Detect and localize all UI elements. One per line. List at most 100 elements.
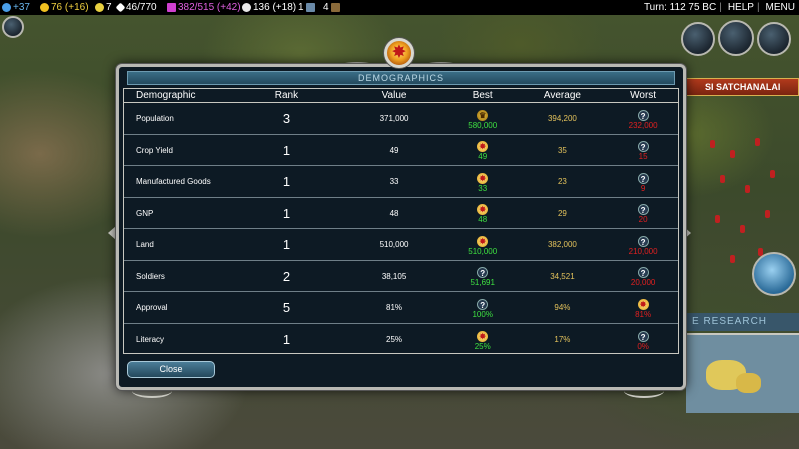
worst-value: 232,000 xyxy=(628,120,658,130)
table-row: GNP 1 48 ✸ 48 29? 20 xyxy=(124,198,678,229)
worst-value: 81% xyxy=(635,309,652,319)
demographics-table: Demographic Rank Value Best Average Wors… xyxy=(123,88,679,354)
research-flask-icon[interactable] xyxy=(752,252,796,296)
worst-civ-q-icon[interactable]: ? xyxy=(637,204,649,216)
value-cell: 33 xyxy=(389,177,399,186)
great-people-stat[interactable]: 1 xyxy=(298,0,315,15)
worst-value: 20 xyxy=(638,215,648,225)
best-value: 580,000 xyxy=(468,120,498,130)
best-civ-star-icon[interactable]: ✸ xyxy=(477,330,489,342)
worst-civ-q-icon[interactable]: ? xyxy=(637,172,649,184)
best-value: 100% xyxy=(472,309,493,319)
best-value: 25% xyxy=(474,341,491,351)
average-value: 23 xyxy=(557,177,567,186)
demographics-dialog: DEMOGRAPHICS Demographic Rank Value Best… xyxy=(116,64,686,390)
demographic-name: Soldiers xyxy=(136,271,165,281)
minimap[interactable] xyxy=(686,333,799,413)
demographic-name: Land xyxy=(136,240,154,249)
best-cell: ✸ 510,000 xyxy=(449,229,517,260)
average-value: 34,521 xyxy=(550,271,575,281)
demographic-name: GNP xyxy=(136,208,154,218)
worst-cell: ? 20,000 xyxy=(608,261,678,292)
rank-value: 1 xyxy=(282,174,291,189)
menu-button[interactable]: MENU xyxy=(766,2,795,13)
value-cell: 510,000 xyxy=(379,240,409,249)
column-header: Value xyxy=(381,90,407,101)
worst-cell: ✸ 81% xyxy=(608,292,678,323)
notification-button[interactable] xyxy=(681,22,715,56)
strategic-resource-icon xyxy=(330,3,340,12)
value-cell: 48 xyxy=(389,208,399,218)
rank-value: 3 xyxy=(282,111,291,126)
best-civ-q-icon[interactable]: ? xyxy=(477,298,489,310)
worst-civ-q-icon[interactable]: ? xyxy=(637,235,649,247)
column-header: Worst xyxy=(630,90,657,101)
column-header: Average xyxy=(543,90,581,101)
close-button[interactable]: Close xyxy=(127,361,215,378)
happiness-icon xyxy=(95,3,104,12)
culture-stat[interactable]: 382/515 (+42) xyxy=(167,0,241,15)
table-body: Population 3 371,000 ♛ 580,000 394,200? 232,00… xyxy=(124,103,678,355)
help-button[interactable]: HELP xyxy=(728,2,754,13)
value-cell: 25% xyxy=(386,334,403,344)
diplomacy-button[interactable] xyxy=(757,22,791,56)
menu-corner-icon[interactable] xyxy=(2,16,24,38)
worst-civ-star-icon[interactable]: ✸ xyxy=(637,298,649,310)
worst-cell: ? 9 xyxy=(608,166,678,197)
best-value: 48 xyxy=(478,215,488,225)
best-civ-star-icon[interactable]: ✸ xyxy=(477,172,489,184)
worst-cell: ? 232,000 xyxy=(608,103,678,134)
column-header: Demographic xyxy=(136,90,196,101)
faith-stat[interactable]: 136 (+18) xyxy=(242,0,296,15)
culture-icon xyxy=(167,3,176,12)
worst-cell: ? 20 xyxy=(608,198,678,229)
worst-value: 20,000 xyxy=(630,278,656,288)
best-cell: ✸ 48 xyxy=(449,198,517,229)
faith-icon xyxy=(242,3,251,12)
worst-civ-q-icon[interactable]: ? xyxy=(637,330,649,342)
worst-civ-q-icon[interactable]: ? xyxy=(637,267,649,279)
best-civ-star-icon[interactable]: ✸ xyxy=(477,235,489,247)
value-cell: 49 xyxy=(389,145,399,155)
worst-cell: ? 210,000 xyxy=(608,229,678,260)
golden-age-stat[interactable]: 46/770 xyxy=(115,0,157,15)
science-icon xyxy=(2,3,11,12)
best-civ-crown-icon[interactable]: ♛ xyxy=(477,109,489,121)
table-row: Manufactured Goods 1 33 ✸ 33 23? 9 xyxy=(124,166,678,198)
value-cell: 371,000 xyxy=(379,114,409,123)
demographics-emblem-icon: ✸ xyxy=(384,38,414,68)
best-value: 49 xyxy=(478,152,488,162)
worst-civ-q-icon[interactable]: ? xyxy=(637,141,649,153)
strategic-resource-stat[interactable]: 4 xyxy=(323,0,340,15)
best-civ-q-icon[interactable]: ? xyxy=(477,267,489,279)
turn-counter: Turn: 112 75 BC xyxy=(643,2,717,13)
best-civ-star-icon[interactable]: ✸ xyxy=(477,204,489,216)
demographic-name: Literacy xyxy=(136,334,165,344)
table-row: Approval 5 81%? 100% 94% ✸ 81% xyxy=(124,292,678,324)
table-row: Land 1 510,000 ✸ 510,000 382,000? 210,000 xyxy=(124,229,678,261)
best-civ-star-icon[interactable]: ✸ xyxy=(477,141,489,153)
demographic-name: Crop Yield xyxy=(136,145,173,155)
average-value: 35 xyxy=(557,145,567,155)
table-header: Demographic Rank Value Best Average Wors… xyxy=(124,89,678,103)
best-cell: ♛ 580,000 xyxy=(449,103,517,134)
science-stat[interactable]: +37 xyxy=(2,0,30,15)
golden-age-icon xyxy=(115,2,126,13)
worst-value: 15 xyxy=(638,152,648,162)
happiness-stat[interactable]: 7 xyxy=(95,0,112,15)
city-banner[interactable]: SI SATCHANALAI xyxy=(686,78,799,96)
table-row: Crop Yield 1 49 ✸ 49 35? 15 xyxy=(124,135,678,166)
column-header: Rank xyxy=(274,90,299,101)
rank-value: 1 xyxy=(282,331,291,347)
worst-civ-q-icon[interactable]: ? xyxy=(637,109,649,121)
worst-value: 9 xyxy=(640,183,646,193)
gold-stat[interactable]: 76 (+16) xyxy=(40,0,89,15)
average-value: 29 xyxy=(557,208,567,218)
best-cell: ✸ 25% xyxy=(449,324,517,356)
best-value: 510,000 xyxy=(468,246,498,256)
best-value: 51,691 xyxy=(470,278,495,288)
worst-value: 0% xyxy=(637,341,649,351)
tech-button[interactable] xyxy=(718,20,754,56)
research-label[interactable]: E RESEARCH xyxy=(686,313,799,331)
worst-cell: ? 15 xyxy=(608,135,678,166)
